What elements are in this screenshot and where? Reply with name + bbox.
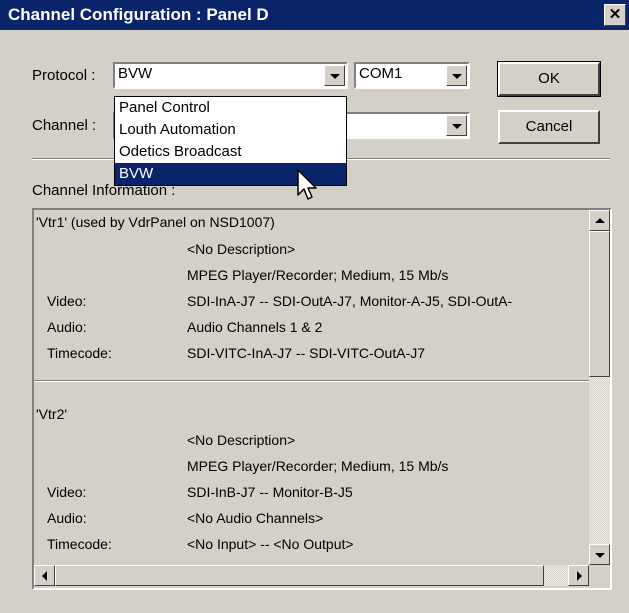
chevron-down-icon <box>329 73 340 79</box>
protocol-option[interactable]: Odetics Broadcast <box>115 141 346 163</box>
close-button[interactable]: ✕ <box>604 4 626 26</box>
audio-value: Audio Channels 1 & 2 <box>187 319 323 335</box>
scroll-right-button[interactable] <box>568 565 589 586</box>
cancel-button-label: Cancel <box>525 118 573 135</box>
window-title: Channel Configuration : Panel D <box>8 5 269 24</box>
channel-description: <No Description> <box>187 432 296 448</box>
channel-header: 'Vtr1' (used by VdrPanel on NSD1007) <box>36 214 275 230</box>
channel-type: MPEG Player/Recorder; Medium, 15 Mb/s <box>187 267 449 283</box>
timecode-value: <No Input> -- <No Output> <box>187 536 354 552</box>
timecode-value: SDI-VITC-InA-J7 -- SDI-VITC-OutA-J7 <box>187 345 426 361</box>
ok-button-label: OK <box>538 70 560 87</box>
vertical-scrollbar[interactable] <box>589 210 610 565</box>
arrow-down-icon <box>595 553 605 558</box>
port-select[interactable]: COM1 <box>354 62 470 89</box>
protocol-option[interactable]: Panel Control <box>115 97 346 119</box>
scroll-left-button[interactable] <box>34 565 55 586</box>
channel-info-content: 'Vtr1' (used by VdrPanel on NSD1007) <No… <box>34 210 589 565</box>
timecode-label: Timecode: <box>47 345 112 361</box>
arrow-up-icon <box>595 218 605 223</box>
audio-label: Audio: <box>47 319 87 335</box>
mouse-pointer-icon <box>297 169 317 200</box>
port-dropdown-button[interactable] <box>446 65 467 86</box>
cancel-button[interactable]: Cancel <box>498 110 600 144</box>
protocol-dropdown-button[interactable] <box>324 65 345 86</box>
audio-label: Audio: <box>47 510 87 526</box>
channel-label: Channel : <box>32 117 97 134</box>
video-value: SDI-InA-J7 -- SDI-OutA-J7, Monitor-A-J5,… <box>187 293 513 309</box>
timecode-label: Timecode: <box>47 536 112 552</box>
arrow-left-icon <box>42 571 47 581</box>
horizontal-scroll-thumb[interactable] <box>55 565 544 586</box>
chevron-down-icon <box>451 123 462 129</box>
chevron-down-icon <box>451 73 462 79</box>
horizontal-scrollbar[interactable] <box>34 565 589 586</box>
dialog-window: Channel Configuration : Panel D ✕ Protoc… <box>0 0 629 613</box>
video-label: Video: <box>47 484 87 500</box>
scrollbar-corner <box>589 565 610 586</box>
channel-description: <No Description> <box>187 241 296 257</box>
channel-divider <box>34 380 589 382</box>
audio-value: <No Audio Channels> <box>187 510 324 526</box>
arrow-right-icon <box>577 571 582 581</box>
channel-type: MPEG Player/Recorder; Medium, 15 Mb/s <box>187 458 449 474</box>
port-value: COM1 <box>359 65 403 82</box>
vertical-scroll-thumb[interactable] <box>589 231 610 377</box>
video-label: Video: <box>47 293 87 309</box>
protocol-select[interactable]: BVW <box>113 62 348 89</box>
protocol-option[interactable]: Louth Automation <box>115 119 346 141</box>
protocol-label: Protocol : <box>32 67 96 84</box>
title-bar[interactable]: Channel Configuration : Panel D ✕ <box>0 0 629 30</box>
protocol-value: BVW <box>118 65 153 82</box>
channel-dropdown-button[interactable] <box>446 115 467 136</box>
channel-header: 'Vtr2' <box>36 406 68 422</box>
close-icon: ✕ <box>608 6 622 23</box>
scroll-down-button[interactable] <box>589 544 610 565</box>
ok-button[interactable]: OK <box>497 61 601 97</box>
scroll-up-button[interactable] <box>589 210 610 231</box>
channel-info-list[interactable]: 'Vtr1' (used by VdrPanel on NSD1007) <No… <box>32 208 612 590</box>
video-value: SDI-InB-J7 -- Monitor-B-J5 <box>187 484 353 500</box>
